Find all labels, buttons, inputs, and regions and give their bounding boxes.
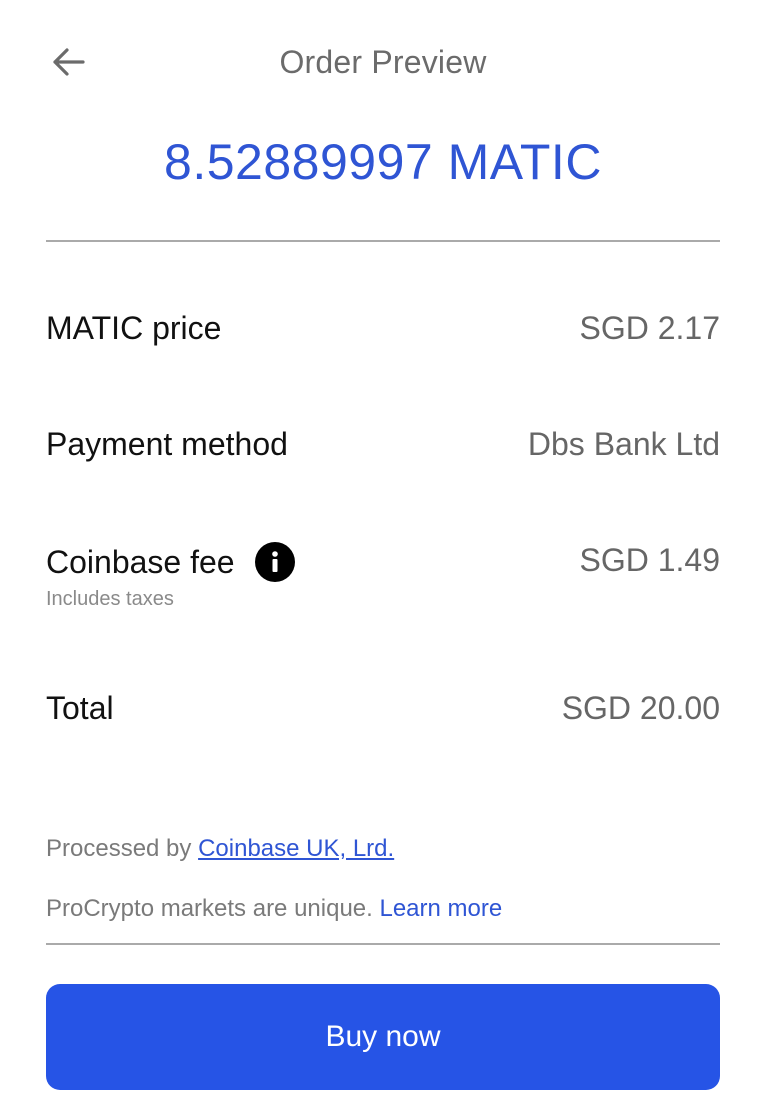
info-icon[interactable]: [254, 542, 295, 582]
fee-value: SGD 1.49: [579, 542, 720, 578]
fee-label-group: Coinbase fee Includes taxes: [46, 542, 295, 611]
markets-notice: ProCrypto markets are unique. Learn more: [46, 895, 502, 923]
order-amount: 8.52889997 MATIC: [164, 134, 602, 190]
price-label: MATIC price: [46, 310, 222, 346]
fee-label: Coinbase fee: [46, 543, 235, 580]
order-preview-screen: Order Preview 8.52889997 MATIC MATIC pri…: [0, 0, 766, 1108]
fee-sub-label: Includes taxes: [46, 588, 174, 610]
fee-label-line: Coinbase fee: [46, 542, 295, 582]
total-label: Total: [46, 690, 114, 726]
processor-link[interactable]: Coinbase UK, Lrd.: [198, 835, 394, 862]
payment-method-label: Payment method: [46, 426, 288, 462]
price-row: MATIC price SGD 2.17: [46, 310, 720, 347]
payment-method-row: Payment method Dbs Bank Ltd: [46, 426, 720, 463]
divider: [46, 240, 720, 242]
payment-method-value: Dbs Bank Ltd: [527, 426, 720, 462]
processed-by-text: Processed by Coinbase UK, Lrd.: [46, 835, 394, 863]
total-value: SGD 20.00: [561, 690, 720, 726]
total-row: Total SGD 20.00: [46, 690, 720, 727]
divider: [46, 943, 720, 945]
page-title: Order Preview: [279, 44, 487, 80]
markets-text: ProCrypto markets are unique.: [46, 895, 380, 922]
processed-prefix: Processed by: [46, 835, 199, 862]
buy-now-button[interactable]: Buy now: [46, 984, 720, 1090]
price-value: SGD 2.17: [579, 310, 720, 346]
learn-more-link[interactable]: Learn more: [379, 895, 502, 922]
fee-row: Coinbase fee Includes taxes SGD 1.49: [46, 542, 720, 611]
